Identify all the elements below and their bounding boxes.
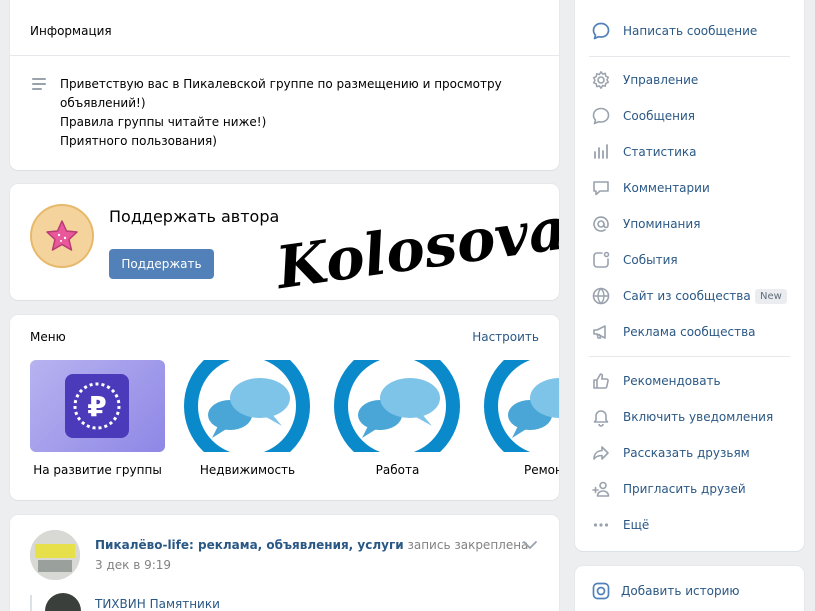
sidebar-item-mentions[interactable]: Упоминания (575, 206, 804, 242)
sidebar-item-label: Реклама сообщества (623, 325, 756, 339)
star-avatar-icon (30, 204, 94, 268)
sidebar-item-stats[interactable]: Статистика (575, 134, 804, 170)
gear-icon (591, 70, 611, 90)
menu-card: Меню Настроить ₽ На развитие группы Недв… (10, 315, 559, 500)
support-title: Поддержать автора (109, 207, 280, 226)
sidebar-item-comments[interactable]: Комментарии (575, 170, 804, 206)
sidebar-item-label: Упоминания (623, 217, 701, 231)
sidebar-item-label: События (623, 253, 678, 267)
story-icon (591, 581, 611, 605)
message-icon (591, 21, 611, 41)
pinned-status: запись закреплена (407, 538, 529, 552)
post-date[interactable]: 3 дек в 9:19 (95, 558, 171, 572)
sidebar-item-label: Включить уведомления (623, 410, 774, 424)
add-story-label: Добавить историю (621, 584, 740, 598)
post-card: Пикалёво-life: реклама, объявления, услу… (10, 515, 559, 611)
sidebar-item-label: Ещё (623, 518, 650, 532)
megaphone-icon (591, 322, 611, 342)
sidebar-item-ads[interactable]: Реклама сообщества (575, 314, 804, 350)
svg-text:₽: ₽ (87, 390, 106, 423)
thumb-up-icon (591, 371, 611, 391)
at-icon (591, 214, 611, 234)
sidebar-item-more[interactable]: Ещё (575, 507, 804, 543)
write-message-button[interactable]: Написать сообщение (575, 13, 804, 49)
bell-icon (591, 407, 611, 427)
sidebar-item-label: Комментарии (623, 181, 710, 195)
sidebar-item-events[interactable]: События (575, 242, 804, 278)
ruble-icon: ₽ (65, 374, 129, 438)
menu-title: Меню (30, 330, 66, 344)
chat-bubbles-icon (334, 360, 460, 452)
stats-icon (591, 142, 611, 162)
sidebar-item-label: Рекомендовать (623, 374, 721, 388)
sidebar-item-website[interactable]: Сайт из сообщества New (575, 278, 804, 314)
signature-watermark: Kolosova (270, 194, 559, 294)
divider (10, 55, 559, 56)
sidebar-item-manage[interactable]: Управление (575, 62, 804, 98)
sidebar-item-invite[interactable]: Пригласить друзей (575, 471, 804, 507)
community-actions-sidebar: Написать сообщение Управление Сообщения … (575, 0, 804, 551)
chevron-down-icon[interactable] (522, 540, 538, 550)
avatar[interactable] (30, 530, 80, 580)
menu-tile-repair[interactable] (480, 360, 559, 452)
repost-author[interactable]: ТИХВИН Памятники (95, 597, 220, 611)
repost-line (30, 595, 32, 611)
info-card: Информация Приветствую вас в Пикалевской… (10, 0, 559, 170)
share-icon (591, 443, 611, 463)
post-author[interactable]: Пикалёво-life: реклама, объявления, услу… (95, 538, 404, 552)
sidebar-item-recommend[interactable]: Рекомендовать (575, 363, 804, 399)
sidebar-item-label: Пригласить друзей (623, 482, 746, 496)
description-icon (32, 78, 46, 93)
sidebar-item-messages[interactable]: Сообщения (575, 98, 804, 134)
support-button[interactable]: Поддержать (109, 249, 214, 279)
sidebar-item-label: Рассказать друзьям (623, 446, 750, 460)
add-story-card[interactable]: Добавить историю (575, 566, 804, 611)
sidebar-item-label: Сообщения (623, 109, 696, 123)
menu-tile-realty[interactable] (180, 360, 315, 452)
menu-tile-development[interactable]: ₽ (30, 360, 165, 452)
sidebar-item-share[interactable]: Рассказать друзьям (575, 435, 804, 471)
menu-label[interactable]: На развитие группы (30, 463, 165, 477)
configure-link[interactable]: Настроить (472, 330, 539, 344)
menu-tile-work[interactable] (330, 360, 465, 452)
info-title: Информация (30, 24, 112, 38)
comment-icon (591, 178, 611, 198)
info-description: Приветствую вас в Пикалевской группе по … (60, 77, 502, 148)
message-icon (591, 106, 611, 126)
new-badge: New (755, 288, 787, 304)
support-card: Поддержать автора Поддержать Kolosova (10, 184, 559, 300)
avatar[interactable] (45, 593, 81, 611)
chat-bubbles-icon (184, 360, 310, 452)
add-user-icon (591, 479, 611, 499)
divider (589, 56, 790, 57)
menu-label[interactable]: Недвижимость (180, 463, 315, 477)
sidebar-item-label: Сайт из сообщества (623, 289, 751, 303)
more-icon (591, 515, 611, 535)
globe-icon (591, 286, 611, 306)
chat-bubbles-icon (484, 360, 559, 452)
menu-label[interactable]: Ремонт (480, 463, 559, 477)
sidebar-item-notifications[interactable]: Включить уведомления (575, 399, 804, 435)
menu-label[interactable]: Работа (330, 463, 465, 477)
sidebar-item-label: Управление (623, 73, 699, 87)
post-author-line: Пикалёво-life: реклама, объявления, услу… (95, 538, 528, 552)
svg-text:Kolosova: Kolosova (270, 194, 559, 294)
divider (589, 356, 790, 357)
event-icon (591, 250, 611, 270)
sidebar-item-label: Статистика (623, 145, 697, 159)
sidebar-item-label: Написать сообщение (623, 24, 758, 38)
